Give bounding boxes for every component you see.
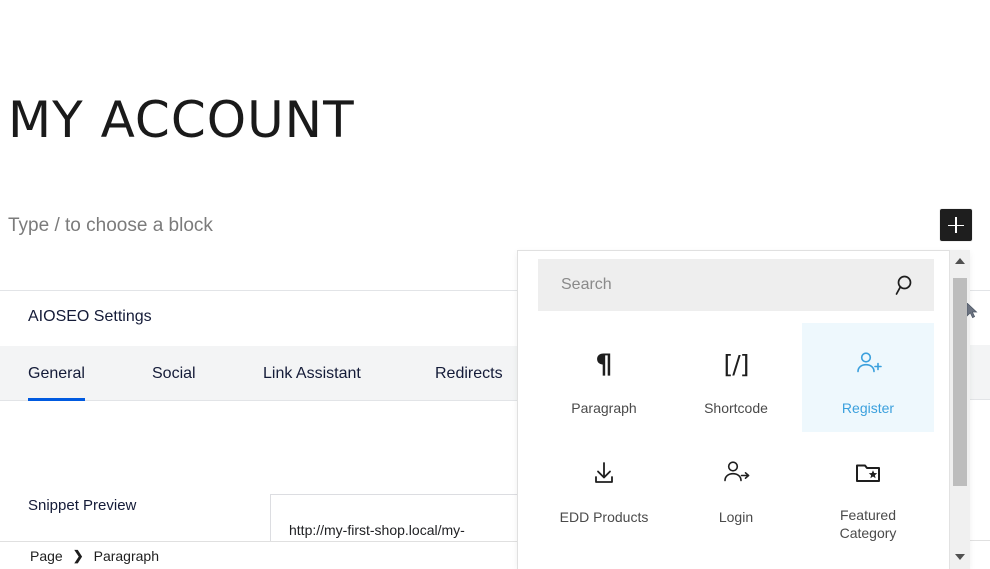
block-type-grid: ¶ Paragraph [/] Shortcode Register EDD P… [538, 323, 934, 541]
shortcode-icon: [/] [723, 348, 750, 380]
shortcode-glyph: [/] [723, 349, 750, 379]
snippet-preview-url: http://my-first-shop.local/my- [289, 522, 465, 538]
triangle-up-icon [955, 258, 965, 264]
block-item-login[interactable]: Login [670, 432, 802, 541]
tab-link-assistant[interactable]: Link Assistant [263, 346, 361, 401]
scroll-up-arrow[interactable] [950, 252, 970, 270]
block-search-input[interactable] [538, 259, 934, 311]
breadcrumb: Page ❯ Paragraph [0, 541, 517, 569]
aioseo-panel-body: Snippet Preview http://my-first-shop.loc… [0, 401, 530, 564]
empty-block-placeholder[interactable]: Type / to choose a block [8, 212, 213, 241]
block-item-label: Login [718, 509, 754, 525]
block-grid-row: ¶ Paragraph [/] Shortcode Register [538, 323, 934, 432]
aioseo-settings-panel: AIOSEO Settings General Social Link Assi… [0, 290, 530, 564]
inserter-scrollbar[interactable] [949, 250, 970, 569]
block-item-featured-category[interactable]: Featured Category [802, 432, 934, 541]
aioseo-tab-bar: General Social Link Assistant Redirects [0, 346, 530, 401]
block-item-label: Shortcode [704, 400, 768, 416]
snippet-preview-label: Snippet Preview [28, 497, 137, 514]
scroll-down-arrow[interactable] [950, 548, 970, 566]
user-arrow-icon [721, 457, 751, 489]
block-item-paragraph[interactable]: ¶ Paragraph [538, 323, 670, 432]
block-grid-row: EDD Products Login Featured Category [538, 432, 934, 541]
breadcrumb-separator-icon: ❯ [72, 547, 84, 563]
block-item-label: Paragraph [571, 400, 637, 416]
block-search-container [538, 259, 934, 311]
tab-general[interactable]: General [28, 346, 85, 401]
block-item-label: Featured Category [839, 507, 897, 541]
block-item-label: Register [841, 400, 895, 416]
block-item-label: EDD Products [559, 509, 649, 525]
block-item-register[interactable]: Register [802, 323, 934, 432]
triangle-down-icon [955, 554, 965, 560]
pilcrow-icon: ¶ [595, 348, 612, 380]
download-icon [589, 457, 619, 489]
pilcrow-glyph: ¶ [595, 348, 613, 380]
tab-social[interactable]: Social [152, 346, 196, 401]
folder-star-icon [853, 457, 883, 487]
tab-redirects[interactable]: Redirects [435, 346, 503, 401]
scroll-thumb[interactable] [953, 278, 967, 486]
page-title[interactable]: MY ACCOUNT [8, 91, 355, 150]
block-inserter-popover: ¶ Paragraph [/] Shortcode [517, 250, 970, 569]
plus-icon-vertical [955, 217, 957, 233]
block-item-shortcode[interactable]: [/] Shortcode [670, 323, 802, 432]
editor-canvas: MY ACCOUNT Type / to choose a block AIOS… [0, 0, 990, 569]
block-inserter-toggle-button[interactable] [940, 209, 972, 241]
aioseo-settings-heading: AIOSEO Settings [28, 308, 152, 325]
block-item-edd-products[interactable]: EDD Products [538, 432, 670, 541]
breadcrumb-item-page[interactable]: Page [30, 548, 63, 564]
user-add-icon [853, 348, 883, 380]
breadcrumb-item-paragraph[interactable]: Paragraph [94, 548, 159, 564]
